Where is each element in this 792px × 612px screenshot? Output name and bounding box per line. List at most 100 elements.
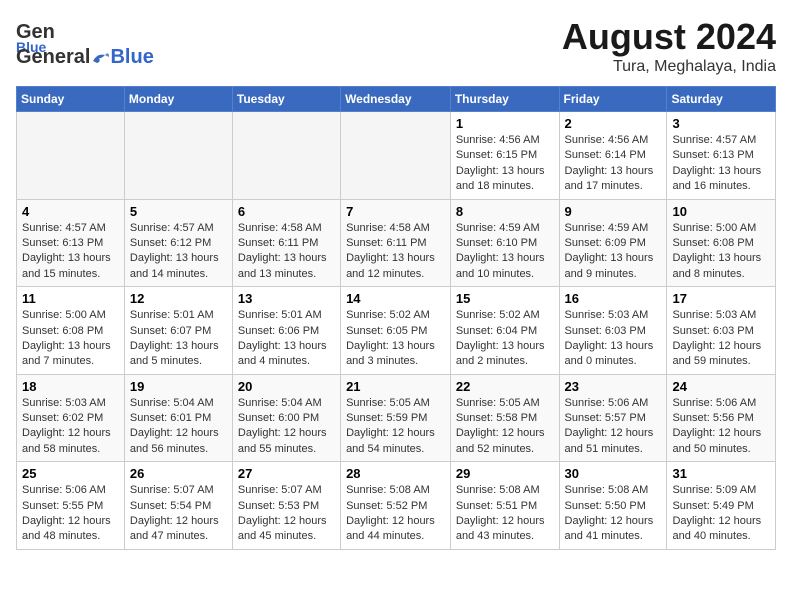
day-info: Sunrise: 5:04 AM Sunset: 6:01 PM Dayligh… (130, 396, 227, 458)
weekday-header: Wednesday (341, 87, 451, 112)
day-info: Sunrise: 5:06 AM Sunset: 5:57 PM Dayligh… (565, 396, 662, 458)
calendar-cell: 23 Sunrise: 5:06 AM Sunset: 5:57 PM Dayli… (559, 374, 667, 462)
calendar-cell: 4 Sunrise: 4:57 AM Sunset: 6:13 PM Daylig… (17, 199, 125, 287)
calendar-cell: 15 Sunrise: 5:02 AM Sunset: 6:04 PM Dayli… (450, 287, 559, 375)
day-info: Sunrise: 5:05 AM Sunset: 5:58 PM Dayligh… (456, 396, 554, 458)
calendar-cell: 28 Sunrise: 5:08 AM Sunset: 5:52 PM Dayli… (341, 462, 451, 550)
day-number: 7 (346, 204, 445, 219)
title-block: August 2024 Tura, Meghalaya, India (562, 16, 776, 76)
calendar-cell: 20Sunrise: 5:04 AM Sunset: 6:00 PM Dayli… (232, 374, 340, 462)
day-number: 10 (672, 204, 770, 219)
day-number: 27 (238, 466, 335, 481)
day-number: 23 (565, 379, 662, 394)
day-number: 19 (130, 379, 227, 394)
calendar-cell: 17 Sunrise: 5:03 AM Sunset: 6:03 PM Dayli… (667, 287, 776, 375)
day-number: 26 (130, 466, 227, 481)
day-number: 9 (565, 204, 662, 219)
day-info: Sunrise: 5:01 AM Sunset: 6:07 PM Dayligh… (130, 308, 227, 370)
day-number: 16 (565, 291, 662, 306)
day-info: Sunrise: 5:05 AM Sunset: 5:59 PM Dayligh… (346, 396, 445, 458)
day-info: Sunrise: 5:03 AM Sunset: 6:03 PM Dayligh… (565, 308, 662, 370)
calendar-cell: 14 Sunrise: 5:02 AM Sunset: 6:05 PM Dayli… (341, 287, 451, 375)
calendar-cell: 7 Sunrise: 4:58 AM Sunset: 6:11 PM Daylig… (341, 199, 451, 287)
day-info: Sunrise: 5:06 AM Sunset: 5:56 PM Dayligh… (672, 396, 770, 458)
day-number: 1 (456, 116, 554, 131)
calendar-cell: 21 Sunrise: 5:05 AM Sunset: 5:59 PM Dayli… (341, 374, 451, 462)
day-info: Sunrise: 4:56 AM Sunset: 6:14 PM Dayligh… (565, 133, 662, 195)
day-number: 29 (456, 466, 554, 481)
day-number: 13 (238, 291, 335, 306)
calendar-cell: 25Sunrise: 5:06 AM Sunset: 5:55 PM Dayli… (17, 462, 125, 550)
calendar-week-row: 1 Sunrise: 4:56 AM Sunset: 6:15 PM Daylig… (17, 112, 776, 200)
day-number: 2 (565, 116, 662, 131)
day-number: 31 (672, 466, 770, 481)
day-number: 4 (22, 204, 119, 219)
calendar-cell: 2 Sunrise: 4:56 AM Sunset: 6:14 PM Daylig… (559, 112, 667, 200)
day-info: Sunrise: 4:58 AM Sunset: 6:11 PM Dayligh… (346, 221, 445, 283)
day-number: 21 (346, 379, 445, 394)
logo-general: General (16, 46, 90, 69)
calendar-cell: 24 Sunrise: 5:06 AM Sunset: 5:56 PM Dayli… (667, 374, 776, 462)
day-number: 12 (130, 291, 227, 306)
day-number: 6 (238, 204, 335, 219)
calendar-cell (124, 112, 232, 200)
day-number: 24 (672, 379, 770, 394)
day-info: Sunrise: 5:02 AM Sunset: 6:04 PM Dayligh… (456, 308, 554, 370)
day-info: Sunrise: 5:08 AM Sunset: 5:51 PM Dayligh… (456, 483, 554, 545)
day-info: Sunrise: 5:09 AM Sunset: 5:49 PM Dayligh… (672, 483, 770, 545)
calendar-cell: 8Sunrise: 4:59 AM Sunset: 6:10 PM Daylig… (450, 199, 559, 287)
weekday-header: Thursday (450, 87, 559, 112)
day-info: Sunrise: 5:07 AM Sunset: 5:53 PM Dayligh… (238, 483, 335, 545)
page-header: General Blue General Blue August 2024 Tu… (16, 16, 776, 76)
day-number: 11 (22, 291, 119, 306)
calendar-cell: 3 Sunrise: 4:57 AM Sunset: 6:13 PM Daylig… (667, 112, 776, 200)
day-number: 30 (565, 466, 662, 481)
calendar-cell (17, 112, 125, 200)
calendar-cell (341, 112, 451, 200)
calendar-cell: 13Sunrise: 5:01 AM Sunset: 6:06 PM Dayli… (232, 287, 340, 375)
day-info: Sunrise: 5:08 AM Sunset: 5:52 PM Dayligh… (346, 483, 445, 545)
day-info: Sunrise: 5:00 AM Sunset: 6:08 PM Dayligh… (22, 308, 119, 370)
day-info: Sunrise: 4:56 AM Sunset: 6:15 PM Dayligh… (456, 133, 554, 195)
weekday-header: Saturday (667, 87, 776, 112)
day-number: 18 (22, 379, 119, 394)
calendar-cell: 1 Sunrise: 4:56 AM Sunset: 6:15 PM Daylig… (450, 112, 559, 200)
day-number: 25 (22, 466, 119, 481)
day-info: Sunrise: 4:57 AM Sunset: 6:12 PM Dayligh… (130, 221, 227, 283)
calendar-cell (232, 112, 340, 200)
calendar-week-row: 4 Sunrise: 4:57 AM Sunset: 6:13 PM Daylig… (17, 199, 776, 287)
logo-bird-icon (91, 51, 109, 65)
day-info: Sunrise: 4:57 AM Sunset: 6:13 PM Dayligh… (22, 221, 119, 283)
calendar-cell: 30Sunrise: 5:08 AM Sunset: 5:50 PM Dayli… (559, 462, 667, 550)
calendar-cell: 5 Sunrise: 4:57 AM Sunset: 6:12 PM Daylig… (124, 199, 232, 287)
logo: General Blue General Blue (16, 16, 154, 69)
page-title: August 2024 (562, 16, 776, 58)
day-number: 15 (456, 291, 554, 306)
day-info: Sunrise: 5:04 AM Sunset: 6:00 PM Dayligh… (238, 396, 335, 458)
day-info: Sunrise: 5:02 AM Sunset: 6:05 PM Dayligh… (346, 308, 445, 370)
day-info: Sunrise: 5:03 AM Sunset: 6:03 PM Dayligh… (672, 308, 770, 370)
weekday-header: Sunday (17, 87, 125, 112)
day-number: 3 (672, 116, 770, 131)
day-info: Sunrise: 5:07 AM Sunset: 5:54 PM Dayligh… (130, 483, 227, 545)
calendar-cell: 6 Sunrise: 4:58 AM Sunset: 6:11 PM Daylig… (232, 199, 340, 287)
calendar-cell: 26 Sunrise: 5:07 AM Sunset: 5:54 PM Dayli… (124, 462, 232, 550)
calendar-cell: 22 Sunrise: 5:05 AM Sunset: 5:58 PM Dayli… (450, 374, 559, 462)
day-info: Sunrise: 5:00 AM Sunset: 6:08 PM Dayligh… (672, 221, 770, 283)
day-info: Sunrise: 4:57 AM Sunset: 6:13 PM Dayligh… (672, 133, 770, 195)
calendar-week-row: 18 Sunrise: 5:03 AM Sunset: 6:02 PM Dayli… (17, 374, 776, 462)
page-subtitle: Tura, Meghalaya, India (562, 58, 776, 76)
logo-blue: Blue (110, 46, 153, 69)
day-number: 22 (456, 379, 554, 394)
day-info: Sunrise: 4:58 AM Sunset: 6:11 PM Dayligh… (238, 221, 335, 283)
day-info: Sunrise: 4:59 AM Sunset: 6:10 PM Dayligh… (456, 221, 554, 283)
day-info: Sunrise: 5:03 AM Sunset: 6:02 PM Dayligh… (22, 396, 119, 458)
weekday-header-row: SundayMondayTuesdayWednesdayThursdayFrid… (17, 87, 776, 112)
calendar-cell: 27 Sunrise: 5:07 AM Sunset: 5:53 PM Dayli… (232, 462, 340, 550)
day-number: 17 (672, 291, 770, 306)
day-number: 14 (346, 291, 445, 306)
day-number: 28 (346, 466, 445, 481)
weekday-header: Friday (559, 87, 667, 112)
day-number: 5 (130, 204, 227, 219)
calendar-cell: 29 Sunrise: 5:08 AM Sunset: 5:51 PM Dayli… (450, 462, 559, 550)
